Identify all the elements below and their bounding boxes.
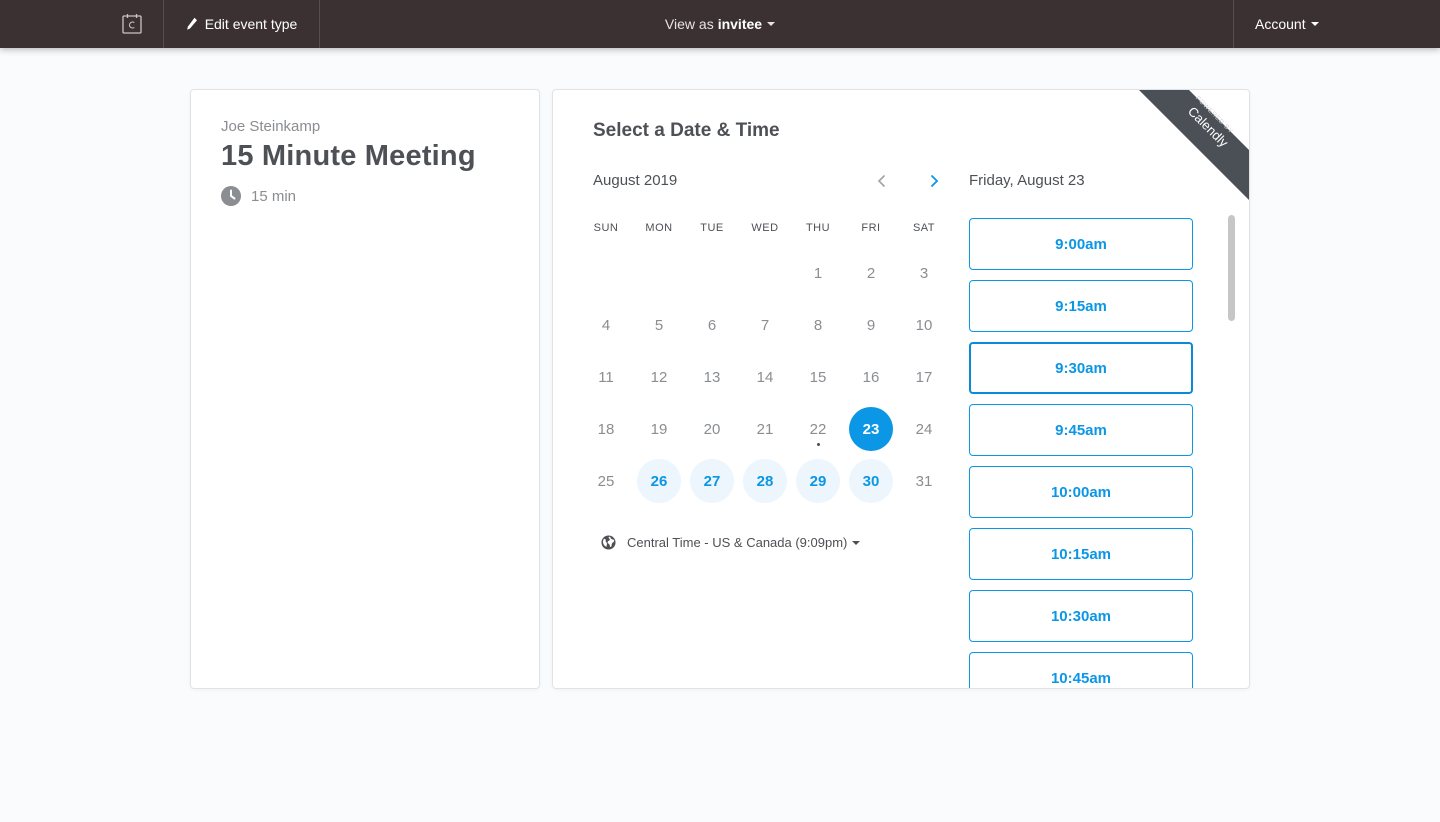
weekday-header: SAT <box>912 222 936 234</box>
chevron-down-icon <box>852 540 861 545</box>
calendar-day[interactable]: 28 <box>743 459 787 503</box>
calendar-day: 6 <box>707 316 717 334</box>
weekday-header: FRI <box>861 222 881 234</box>
time-slot-button[interactable]: 9:30am <box>969 342 1193 394</box>
powered-by-calendly-badge[interactable]: POWERED BY Calendly <box>1139 90 1249 200</box>
duration-label: 15 min <box>251 187 297 205</box>
chevron-right-icon <box>930 174 939 188</box>
calendar-day: 9 <box>866 316 876 334</box>
calendar-day: 11 <box>598 368 614 386</box>
calendar-day: 24 <box>915 420 933 438</box>
event-details-panel: Joe Steinkamp 15 Minute Meeting 15 min <box>190 89 540 689</box>
current-month: August 2019 <box>593 172 678 189</box>
calendar-day: 14 <box>756 368 774 386</box>
chevron-left-icon <box>877 174 886 188</box>
host-name: Joe Steinkamp <box>221 118 321 135</box>
view-as-prefix: View as <box>664 16 714 32</box>
calendar-day: 18 <box>597 420 615 438</box>
date-time-picker-panel: Select a Date & Time August 2019 SUN MON T… <box>552 89 1250 689</box>
clock-icon <box>221 186 241 206</box>
time-slot-button[interactable]: 10:45am <box>969 652 1193 688</box>
edit-event-type-label: Edit event type <box>204 16 298 32</box>
weekday-header: THU <box>805 222 831 234</box>
weekday-header: WED <box>751 222 779 234</box>
weekday-header: SUN <box>593 222 619 234</box>
calendar-day: 12 <box>650 368 668 386</box>
pencil-icon <box>186 17 197 30</box>
calendar-day: 5 <box>654 316 664 334</box>
calendar-day: 16 <box>862 368 880 386</box>
calendar-day: 21 <box>756 420 774 438</box>
time-slot-button[interactable]: 9:00am <box>969 218 1193 270</box>
calendar-day[interactable]: 26 <box>637 459 681 503</box>
calendar-day: 10 <box>915 316 933 334</box>
edit-event-type-button[interactable]: Edit event type <box>164 0 320 48</box>
timezone-label: Central Time - US & Canada (9:09pm) <box>627 535 848 550</box>
time-slot-scrollbar[interactable] <box>1228 215 1235 321</box>
calendar-day: 15 <box>809 368 827 386</box>
calendar-home-button[interactable] <box>100 0 164 48</box>
calendar-day: 3 <box>919 264 929 282</box>
calendar-day: 4 <box>601 316 611 334</box>
calendar-day: 17 <box>915 368 933 386</box>
event-title: 15 Minute Meeting <box>221 140 476 172</box>
account-menu-button[interactable]: Account <box>1233 0 1440 48</box>
view-as-dropdown[interactable]: View as invitee <box>620 0 820 48</box>
calendar-day: 2 <box>866 264 876 282</box>
calendar-day: 7 <box>760 316 770 334</box>
calendar-day: 25 <box>597 472 615 490</box>
top-nav-bar: Edit event type View as invitee Account <box>0 0 1440 48</box>
calendar-day: 19 <box>650 420 668 438</box>
calendar-day[interactable]: 30 <box>849 459 893 503</box>
calendar-day: 31 <box>915 472 933 490</box>
selected-date-label: Friday, August 23 <box>969 172 1085 189</box>
time-slot-button[interactable]: 10:15am <box>969 528 1193 580</box>
calendar-day: 13 <box>703 368 721 386</box>
event-duration: 15 min <box>221 186 296 206</box>
globe-icon <box>601 535 616 550</box>
next-month-button[interactable] <box>921 170 947 192</box>
ribbon-brand-text: Calendly <box>1185 104 1232 151</box>
time-slot-button[interactable]: 10:00am <box>969 466 1193 518</box>
weekday-header: TUE <box>700 222 724 234</box>
time-slot-button[interactable]: 9:45am <box>969 404 1193 456</box>
time-slot-button[interactable]: 10:30am <box>969 590 1193 642</box>
ribbon-small-text: POWERED BY <box>1194 95 1234 135</box>
calendar-day: 8 <box>813 316 823 334</box>
calendar-day: 20 <box>703 420 721 438</box>
account-label: Account <box>1255 16 1306 32</box>
chevron-down-icon <box>767 22 776 26</box>
calendar-day-selected[interactable]: 23 <box>849 407 893 451</box>
chevron-down-icon <box>1310 22 1319 26</box>
previous-month-button[interactable] <box>869 170 895 192</box>
picker-heading: Select a Date & Time <box>593 120 780 141</box>
today-indicator-dot <box>816 443 820 446</box>
time-slot-button[interactable]: 9:15am <box>969 280 1193 332</box>
timezone-selector[interactable]: Central Time - US & Canada (9:09pm) <box>601 535 861 550</box>
calendar-day[interactable]: 29 <box>796 459 840 503</box>
calendar-day: 1 <box>813 264 823 282</box>
calendar-day[interactable]: 27 <box>690 459 734 503</box>
calendar-icon <box>121 14 142 34</box>
view-as-value: invitee <box>717 16 763 32</box>
weekday-header: MON <box>645 222 673 234</box>
